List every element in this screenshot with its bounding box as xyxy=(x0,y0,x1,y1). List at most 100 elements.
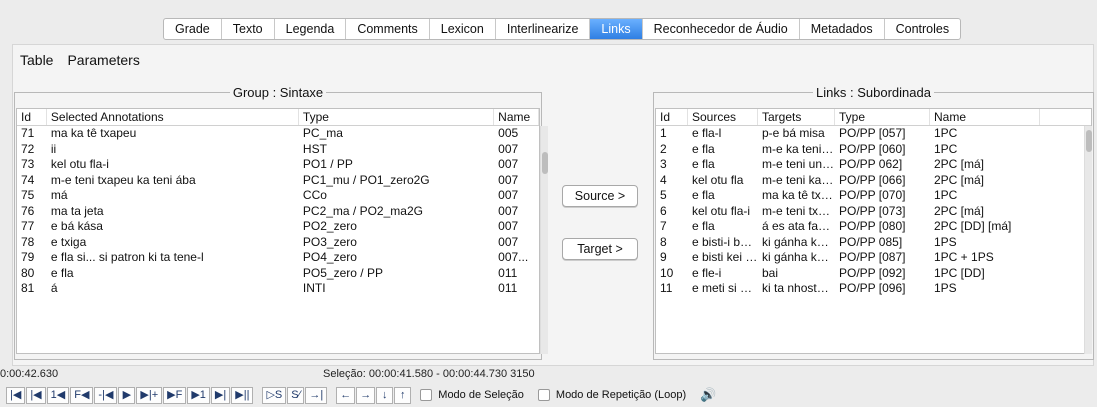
table-cell: PO/PP [080] xyxy=(839,219,906,233)
arrows-button[interactable]: ← xyxy=(336,386,356,404)
table-cell: ki gánha kes ot... xyxy=(762,234,835,249)
column-header[interactable]: Type xyxy=(835,109,930,125)
transport-button[interactable]: |◀ xyxy=(6,386,26,404)
table-cell: PO/PP [087] xyxy=(839,250,906,264)
table-cell: CCo xyxy=(302,188,327,202)
table-row[interactable]: 7 e fla á es ata fasi tró... PO/PP [080] 2PC… xyxy=(656,219,1091,235)
loop-mode-checkbox[interactable]: Modo de Repetição (Loop) xyxy=(537,389,686,401)
table-row[interactable]: 9 e bisti kei ka pr... ki gánha kes ot... P… xyxy=(656,250,1091,266)
tab-reconhecedor-de-udio[interactable]: Reconhecedor de Áudio xyxy=(643,19,800,39)
table-row[interactable]: 10 e fle-i bai PO/PP [092] 1PC [DD] xyxy=(656,266,1091,282)
column-header[interactable]: Selected Annotations xyxy=(47,109,299,125)
table-cell: 9 xyxy=(660,250,667,264)
table-cell: 1PC [DD] xyxy=(934,265,985,280)
transport-button[interactable]: ▶|| xyxy=(231,386,254,404)
menu-parameters[interactable]: Parameters xyxy=(67,52,139,68)
table-row[interactable]: 73 kel otu fla-i PO1 / PP 007 xyxy=(17,157,539,173)
table-cell: PC2_ma / PO2_ma2G xyxy=(302,203,423,218)
table-cell: 71 xyxy=(21,126,35,140)
table-row[interactable]: 78 e txiga PO3_zero 007 xyxy=(17,235,539,251)
column-header[interactable]: Name xyxy=(494,109,539,125)
table-row[interactable]: 74 m-e teni txapeu ka teni ába PC1_mu / PO… xyxy=(17,173,539,189)
menu-table[interactable]: Table xyxy=(20,52,53,68)
tab-metadados[interactable]: Metadados xyxy=(800,19,885,39)
table-cell: ma ka tê txapeu xyxy=(50,126,137,140)
column-header[interactable]: Type xyxy=(299,109,495,125)
table-cell: kel otu fla-i xyxy=(50,157,109,171)
arrows-button[interactable]: → xyxy=(356,386,376,404)
volume-icon[interactable]: 🔊 xyxy=(700,387,716,403)
selection-button[interactable]: ▷S xyxy=(262,386,287,404)
table-cell: ki gánha kes ot... xyxy=(762,250,835,264)
table-row[interactable]: 2 e fla m-e ka teni ropa PO/PP [060] 1PC xyxy=(656,142,1091,158)
table-cell: 5 xyxy=(660,188,667,202)
transport-button[interactable]: F◀ xyxy=(70,386,94,404)
scroll-thumb[interactable] xyxy=(1086,130,1092,152)
tab-links[interactable]: Links xyxy=(590,19,643,39)
source-button[interactable]: Source > xyxy=(562,185,638,207)
table-cell: 8 xyxy=(660,234,667,249)
table-cell: 007 xyxy=(498,141,519,156)
column-header[interactable]: Targets xyxy=(758,109,835,125)
table-row[interactable]: 11 e meti si mula n... ki ta nhosta din...… xyxy=(656,281,1091,297)
table-row[interactable]: 72 ii HST 007 xyxy=(17,142,539,158)
transport-button[interactable]: ▶| xyxy=(210,386,231,404)
arrows-button[interactable]: ↑ xyxy=(394,386,412,404)
table-row[interactable]: 1 e fla-l p-e bá misa PO/PP [057] 1PC xyxy=(656,126,1091,142)
table-cell: kel otu fla-i xyxy=(692,203,751,218)
tab-lexicon[interactable]: Lexicon xyxy=(430,19,496,39)
column-header[interactable]: Name xyxy=(930,109,1040,125)
tab-interlinearize[interactable]: Interlinearize xyxy=(496,19,591,39)
table-cell: PC1_mu / PO1_zero2G xyxy=(302,172,430,187)
column-header[interactable]: Sources xyxy=(688,109,758,125)
table-cell: e fla xyxy=(50,265,74,280)
tab-texto[interactable]: Texto xyxy=(222,19,275,39)
table-cell: 3 xyxy=(660,157,667,171)
table-row[interactable]: 4 kel otu fla m-e teni kamis... PO/PP [066]… xyxy=(656,173,1091,189)
tab-strip: Grade Texto Legenda Comments Lexicon Interlin… xyxy=(163,18,962,40)
selection-button[interactable]: →| xyxy=(305,386,328,404)
table-row[interactable]: 71 ma ka tê txapeu PC_ma 005 xyxy=(17,126,539,142)
tab-controles[interactable]: Controles xyxy=(885,19,960,39)
transport-button[interactable]: -|◀ xyxy=(94,386,118,404)
transport-button[interactable]: ▶1 xyxy=(187,386,210,404)
selection-mode-checkbox[interactable]: Modo de Seleção xyxy=(420,389,524,401)
table-cell: PO2_zero xyxy=(302,219,357,233)
annotations-table[interactable]: Id Selected Annotations Type Name 71 ma ka tê… xyxy=(16,108,540,354)
table-cell: 11 xyxy=(660,281,673,295)
column-header[interactable]: Id xyxy=(17,109,47,125)
table-row[interactable]: 79 e fla si... si patron ki ta tene-l PO4_… xyxy=(17,250,539,266)
scroll-thumb[interactable] xyxy=(542,152,548,174)
transport-button[interactable]: ▶ xyxy=(118,386,136,404)
table-row[interactable]: 80 e fla PO5_zero / PP 011 xyxy=(17,266,539,282)
table-row[interactable]: 8 e bisti-i ben bis... ki gánha kes ot... P… xyxy=(656,235,1091,251)
table-row[interactable]: 5 e fla ma ka tê txapeu PO/PP [070] 1PC xyxy=(656,188,1091,204)
table-row[interactable]: 81 á INTI 011 xyxy=(17,281,539,297)
selection-button[interactable]: S⁄ xyxy=(287,386,305,404)
tab-legenda[interactable]: Legenda xyxy=(275,19,347,39)
table-cell: PO/PP [060] xyxy=(839,141,906,156)
table-row[interactable]: 6 kel otu fla-i m-e teni txape... PO/PP [07… xyxy=(656,204,1091,220)
arrows-button[interactable]: ↓ xyxy=(376,386,394,404)
column-header[interactable]: Id xyxy=(656,109,688,125)
checkbox-box[interactable] xyxy=(420,389,433,401)
table-cell: e fla xyxy=(692,188,715,202)
tab-grade[interactable]: Grade xyxy=(164,19,222,39)
table-row[interactable]: 75 má CCo 007 xyxy=(17,188,539,204)
table-row[interactable]: 76 ma ta jeta PC2_ma / PO2_ma2G 007 xyxy=(17,204,539,220)
table-cell: 72 xyxy=(21,141,35,156)
tab-comments[interactable]: Comments xyxy=(346,19,430,39)
checkbox-box[interactable] xyxy=(537,389,550,401)
table-row[interactable]: 77 e bá kása PO2_zero 007 xyxy=(17,219,539,235)
table-cell: e fle-i xyxy=(692,265,722,280)
target-button[interactable]: Target > xyxy=(562,238,638,260)
links-scrollbar[interactable] xyxy=(1084,126,1092,354)
transport-button[interactable]: ▶F xyxy=(163,386,187,404)
annotations-scrollbar[interactable] xyxy=(540,126,548,354)
links-table[interactable]: Id Sources Targets Type Name 1 e fla-l p-e bá m… xyxy=(655,108,1092,354)
transport-button[interactable]: |◀ xyxy=(26,386,46,404)
transport-button[interactable]: ▶|+ xyxy=(136,386,163,404)
table-row[interactable]: 3 e fla m-e teni un kái... PO/PP 062] 2PC [m… xyxy=(656,157,1091,173)
transport-button[interactable]: 1◀ xyxy=(46,386,70,404)
table-cell: e fla-l xyxy=(692,126,722,140)
